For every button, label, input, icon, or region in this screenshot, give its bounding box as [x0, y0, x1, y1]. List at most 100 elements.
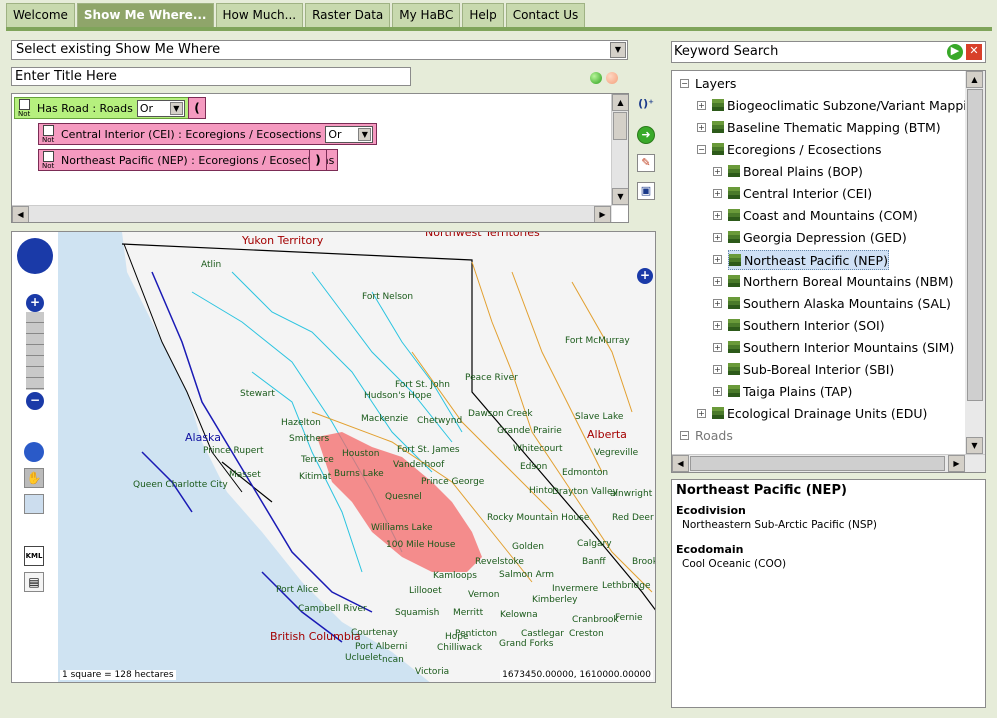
expand-icon[interactable]: +: [713, 321, 722, 330]
layer-icon: [729, 254, 741, 266]
collapse-icon[interactable]: −: [680, 431, 689, 440]
tree-item[interactable]: Northeast Pacific (NEP): [728, 250, 889, 270]
tree-item[interactable]: Ecoregions / Ecosections: [712, 140, 882, 160]
expand-icon[interactable]: +: [713, 299, 722, 308]
tree-vertical-scrollbar[interactable]: ▲ ▼: [965, 71, 985, 455]
tree-item[interactable]: Southern Alaska Mountains (SAL): [728, 294, 951, 314]
collapse-icon[interactable]: −: [680, 79, 689, 88]
scroll-down-icon[interactable]: ▼: [612, 188, 628, 205]
scroll-left-icon[interactable]: ◀: [12, 206, 29, 222]
scroll-left-icon[interactable]: ◀: [672, 455, 689, 472]
tree-item[interactable]: Baseline Thematic Mapping (BTM): [712, 118, 941, 138]
kml-export-icon[interactable]: KML: [24, 546, 44, 566]
expand-icon[interactable]: +: [713, 167, 722, 176]
tree-item[interactable]: Biogeoclimatic Subzone/Variant Mapping: [712, 96, 983, 116]
scroll-up-icon[interactable]: ▲: [966, 71, 983, 88]
expand-icon[interactable]: +: [713, 211, 722, 220]
tab-contact-us[interactable]: Contact Us: [505, 3, 586, 27]
group-parens-icon[interactable]: ()⁺: [637, 96, 655, 114]
not-checkbox[interactable]: Not: [16, 98, 34, 118]
tree-item[interactable]: Taiga Plains (TAP): [728, 382, 852, 402]
tree-item[interactable]: Roads: [695, 426, 733, 446]
scroll-right-icon[interactable]: ▶: [594, 206, 611, 222]
condition-northeast-pacific[interactable]: Not Northeast Pacific (NEP) : Ecoregions…: [38, 149, 339, 171]
map-label: Golden: [512, 542, 544, 552]
globe-icon[interactable]: [24, 442, 44, 462]
existing-query-select[interactable]: Select existing Show Me Where ▼: [11, 40, 628, 60]
expand-icon[interactable]: +: [713, 387, 722, 396]
expand-icon[interactable]: +: [713, 233, 722, 242]
close-paren[interactable]: ): [309, 149, 327, 171]
save-icon[interactable]: ▣: [637, 182, 655, 200]
zoom-out-icon[interactable]: −: [26, 392, 44, 410]
go-icon[interactable]: ▶: [947, 44, 963, 60]
expand-icon[interactable]: +: [713, 255, 722, 264]
tree-item[interactable]: Georgia Depression (GED): [728, 228, 907, 248]
tab-help[interactable]: Help: [462, 3, 504, 27]
tree-item[interactable]: Northern Boreal Mountains (NBM): [728, 272, 954, 292]
expand-icon[interactable]: +: [697, 123, 706, 132]
chevron-down-icon[interactable]: ▼: [169, 101, 183, 115]
operator-select[interactable]: Or ▼: [325, 125, 374, 143]
query-horizontal-scrollbar[interactable]: ◀ ▶: [12, 205, 612, 222]
collapse-icon[interactable]: −: [697, 145, 706, 154]
expand-icon[interactable]: +: [713, 343, 722, 352]
tree-item[interactable]: Boreal Plains (BOP): [728, 162, 863, 182]
map-label: Prince Rupert: [203, 446, 264, 456]
not-checkbox[interactable]: Not: [40, 150, 58, 170]
keyword-search-input[interactable]: Keyword Search ▶ ✕: [671, 41, 986, 63]
tree-horizontal-scrollbar[interactable]: ◀ ▶: [672, 454, 985, 472]
expand-icon[interactable]: +: [713, 277, 722, 286]
tab-welcome[interactable]: Welcome: [6, 3, 75, 27]
zoom-in-icon[interactable]: +: [26, 294, 44, 312]
tree-item[interactable]: Southern Interior (SOI): [728, 316, 885, 336]
run-query-icon[interactable]: ➜: [637, 126, 655, 144]
chevron-down-icon[interactable]: ▼: [610, 42, 626, 58]
pan-control-icon[interactable]: [17, 238, 53, 274]
map-label: Banff: [582, 557, 606, 567]
query-title-input[interactable]: Enter Title Here: [11, 67, 411, 86]
tree-item[interactable]: Coast and Mountains (COM): [728, 206, 918, 226]
layer-switcher-icon[interactable]: +: [637, 268, 653, 284]
expand-icon[interactable]: +: [713, 189, 722, 198]
tree-item[interactable]: Southern Interior Mountains (SIM): [728, 338, 954, 358]
not-checkbox[interactable]: Not: [40, 124, 58, 144]
tree-root-label[interactable]: Layers: [695, 74, 736, 94]
info-field-label: Ecodomain: [676, 543, 744, 556]
tab-show-me-where[interactable]: Show Me Where...: [76, 3, 214, 27]
map-toolbar: + − ✋ KML ▤: [12, 232, 58, 682]
expand-icon[interactable]: +: [697, 409, 706, 418]
open-paren[interactable]: (: [188, 97, 206, 119]
tree-item[interactable]: Sub-Boreal Interior (SBI): [728, 360, 894, 380]
zoom-slider[interactable]: [26, 312, 44, 390]
tab-my-habc[interactable]: My HaBC: [392, 3, 461, 27]
condition-central-interior[interactable]: Not Central Interior (CEI) : Ecoregions …: [38, 123, 378, 145]
scroll-down-icon[interactable]: ▼: [966, 437, 983, 454]
document-icon[interactable]: ▤: [24, 572, 44, 592]
not-label: Not: [42, 136, 55, 144]
hand-pan-icon[interactable]: ✋: [24, 468, 44, 488]
info-field-value: Northeastern Sub-Arctic Pacific (NSP): [682, 519, 877, 531]
query-vertical-scrollbar[interactable]: ▲ ▼: [611, 94, 628, 206]
scroll-right-icon[interactable]: ▶: [948, 455, 965, 472]
expand-icon[interactable]: +: [697, 101, 706, 110]
chevron-down-icon[interactable]: ▼: [358, 127, 372, 141]
tree-item[interactable]: Ecological Drainage Units (EDU): [712, 404, 927, 424]
operator-select[interactable]: Or ▼: [136, 99, 185, 117]
eraser-icon[interactable]: ✎: [637, 154, 655, 172]
scroll-thumb[interactable]: [967, 89, 983, 401]
scroll-thumb[interactable]: [690, 456, 945, 471]
close-icon[interactable]: ✕: [966, 44, 982, 60]
tab-how-much[interactable]: How Much...: [215, 3, 304, 27]
tree-item-label: Sub-Boreal Interior (SBI): [743, 362, 895, 377]
map-label: ncan: [382, 655, 404, 665]
tab-raster-data[interactable]: Raster Data: [305, 3, 391, 27]
tree-item[interactable]: Central Interior (CEI): [728, 184, 872, 204]
condition-has-road[interactable]: Not Has Road : Roads Or ▼: [14, 97, 189, 119]
map-canvas[interactable]: [12, 232, 656, 683]
map-viewer[interactable]: + − ✋ KML ▤ + Yukon Territory Northwest …: [11, 231, 656, 683]
zoom-box-icon[interactable]: [24, 494, 44, 514]
expand-icon[interactable]: +: [713, 365, 722, 374]
scroll-up-icon[interactable]: ▲: [612, 94, 628, 111]
scroll-thumb[interactable]: [613, 112, 627, 140]
